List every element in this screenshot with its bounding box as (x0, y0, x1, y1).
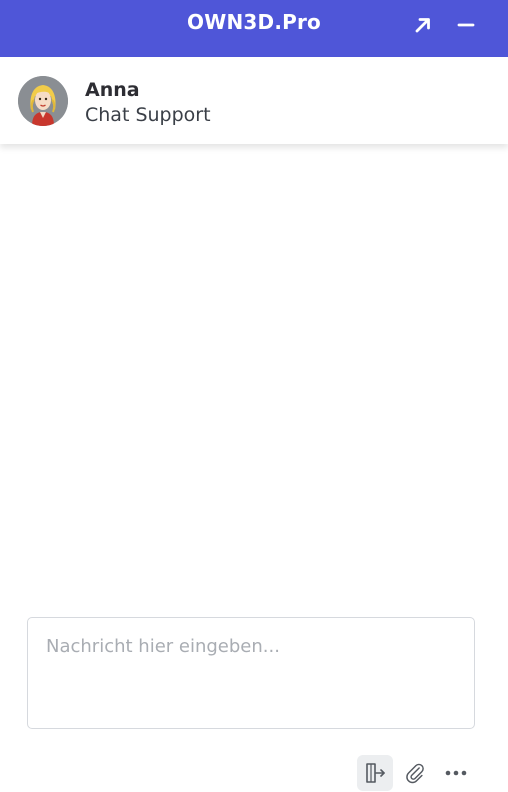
attach-button[interactable] (397, 755, 433, 791)
minimize-button[interactable] (450, 9, 482, 41)
exit-door-icon (366, 763, 385, 783)
more-options-button[interactable] (438, 755, 474, 791)
title-bar: OWN3D.Pro (0, 0, 508, 57)
expand-button[interactable] (407, 9, 439, 41)
agent-name: Anna (85, 79, 140, 101)
agent-role: Chat Support (85, 104, 211, 126)
message-area[interactable] (0, 144, 508, 612)
arrow-up-right-icon (415, 18, 430, 33)
agent-header: Anna Chat Support (0, 57, 508, 144)
end-chat-button[interactable] (357, 755, 393, 791)
more-dots-icon (445, 770, 467, 776)
message-input[interactable] (28, 618, 474, 728)
message-composer (27, 617, 475, 729)
minus-icon (457, 23, 475, 27)
agent-avatar (18, 76, 68, 126)
paperclip-icon (406, 763, 424, 784)
chat-widget: OWN3D.Pro Anna Chat Support Nachricht hi… (0, 0, 508, 792)
avatar-image (18, 76, 68, 126)
